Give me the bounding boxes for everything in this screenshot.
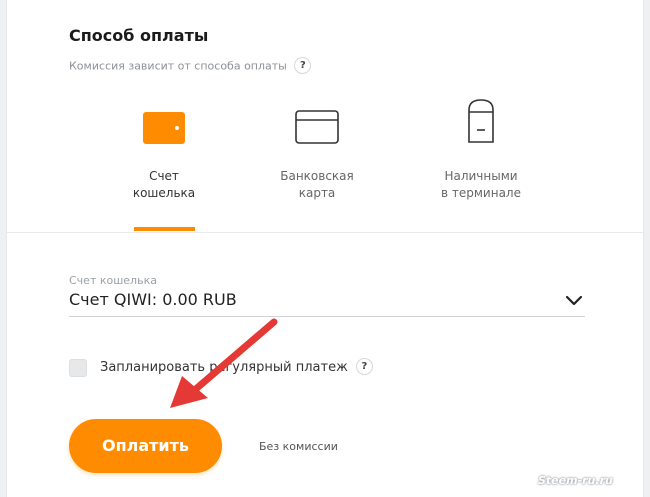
account-field-label: Счет кошелька [69,274,157,287]
chevron-down-icon[interactable] [565,292,583,311]
section-title: Способ оплаты [69,26,209,45]
method-terminal-label-1: Наличными [444,169,518,183]
wallet-icon [104,100,224,144]
selected-tab-indicator [134,227,195,231]
bank-card-icon [257,100,377,144]
section-divider [7,232,643,233]
method-wallet[interactable]: Счет кошелька [104,100,224,202]
account-select[interactable]: Счет QIWI: 0.00 RUB [69,290,237,309]
schedule-label-row: Запланировать регулярный платеж ? [100,358,373,376]
method-wallet-label-1: Счет [149,169,179,183]
pay-button[interactable]: Оплатить [69,419,222,473]
method-terminal[interactable]: Наличными в терминале [421,99,541,202]
help-icon[interactable]: ? [294,57,312,74]
method-card-label-2: карта [298,186,336,200]
terminal-icon [421,99,541,144]
method-terminal-label-2: в терминале [441,186,521,200]
subtitle-text: Комиссия зависит от способа оплаты [69,59,287,73]
account-field-underline [69,316,585,317]
method-bank-card[interactable]: Банковская карта [257,100,377,202]
watermark: Steem-ru.ru [538,474,613,487]
payment-panel: Способ оплаты Комиссия зависит от способ… [6,0,644,497]
schedule-checkbox[interactable] [69,359,87,377]
method-card-label-1: Банковская [280,169,354,183]
method-wallet-label-2: кошелька [132,186,196,200]
fee-note: Без комиссии [259,440,338,453]
schedule-label[interactable]: Запланировать регулярный платеж [100,360,348,375]
schedule-help-icon[interactable]: ? [355,358,373,375]
section-subtitle: Комиссия зависит от способа оплаты ? [69,57,312,75]
